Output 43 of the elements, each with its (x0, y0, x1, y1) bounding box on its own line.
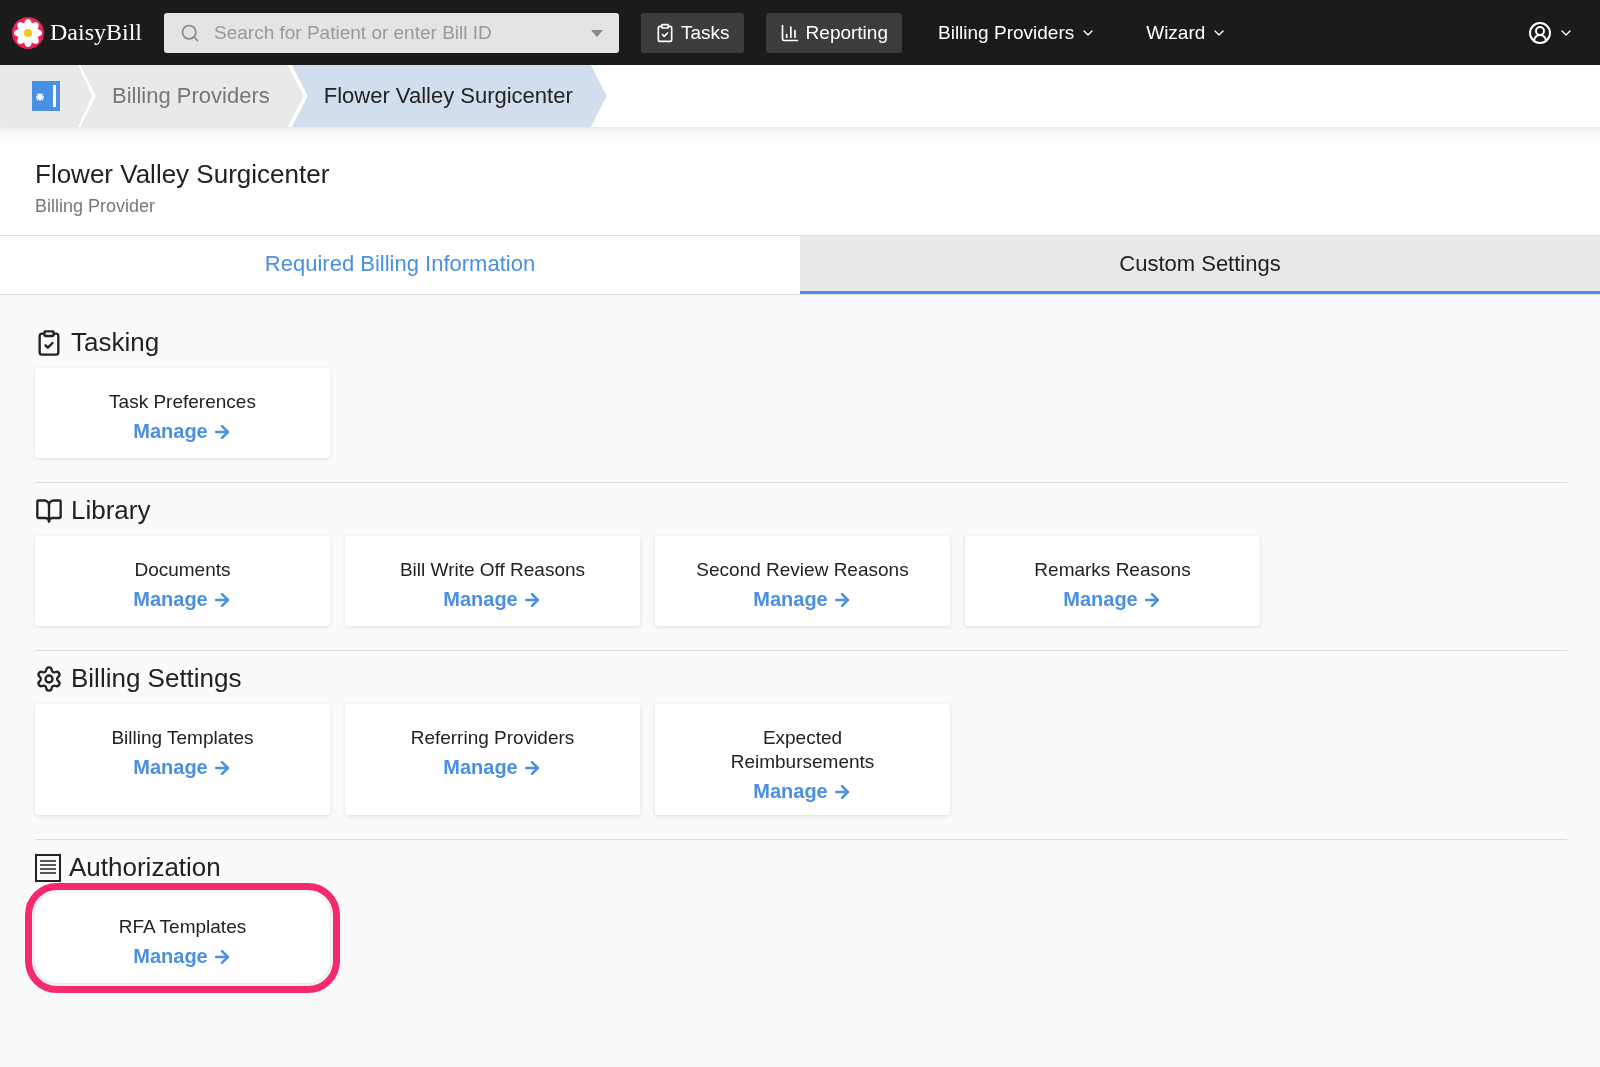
breadcrumb-link[interactable]: Flower Valley Surgicenter (291, 65, 607, 127)
menu-button[interactable]: Wizard (1132, 12, 1242, 53)
breadcrumb-link[interactable]: Billing Providers (80, 65, 304, 127)
card-title: Documents (134, 558, 231, 582)
settings-icon (35, 664, 63, 693)
card-title: Bill Write Off Reasons (399, 558, 586, 582)
page-title: Flower Valley Surgicenter (35, 159, 331, 190)
section-title: Library (71, 495, 151, 526)
tab[interactable]: Custom Settings (800, 236, 1600, 294)
card-title: Second Review Reasons (696, 558, 909, 582)
manage-link[interactable]: Manage (753, 588, 852, 611)
book-icon (35, 496, 63, 525)
manage-link[interactable]: Manage (133, 756, 232, 779)
manage-link[interactable]: Manage (133, 420, 232, 443)
manage-link[interactable]: Manage (443, 756, 542, 779)
user-icon (1528, 20, 1552, 45)
card-title: Task Preferences (109, 390, 256, 414)
section-title: Billing Settings (71, 663, 242, 694)
card-title: Referring Providers (410, 726, 575, 750)
dropdown-caret-icon (591, 29, 603, 37)
manage-link[interactable]: Manage (133, 945, 232, 968)
section-title: Tasking (71, 327, 160, 358)
card-title: Billing Templates (111, 726, 254, 750)
page-subtitle: Billing Provider (35, 196, 157, 217)
section-title: Authorization (69, 852, 221, 883)
search-icon (180, 22, 200, 43)
nav-button[interactable]: Reporting (765, 12, 902, 53)
menu-button[interactable]: Billing Providers (924, 12, 1111, 53)
clipboard-check-icon (655, 22, 675, 43)
search-field[interactable]: Search for Patient or enter Bill ID (164, 12, 619, 53)
card-title: RFA Templates (118, 915, 247, 939)
provider-card-icon[interactable] (32, 81, 60, 111)
card-title: Expected Reimbursements (729, 726, 876, 774)
manage-link[interactable]: Manage (753, 780, 852, 803)
bar-chart-icon (779, 22, 800, 43)
manage-link[interactable]: Manage (133, 588, 232, 611)
form-icon (35, 853, 61, 882)
manage-link[interactable]: Manage (1063, 588, 1162, 611)
flower-logo-icon (12, 16, 44, 49)
card-title: Remarks Reasons (1034, 558, 1191, 582)
brand-name: DaisyBill (50, 19, 142, 46)
nav-button[interactable]: Tasks (641, 12, 744, 53)
manage-link[interactable]: Manage (443, 588, 542, 611)
